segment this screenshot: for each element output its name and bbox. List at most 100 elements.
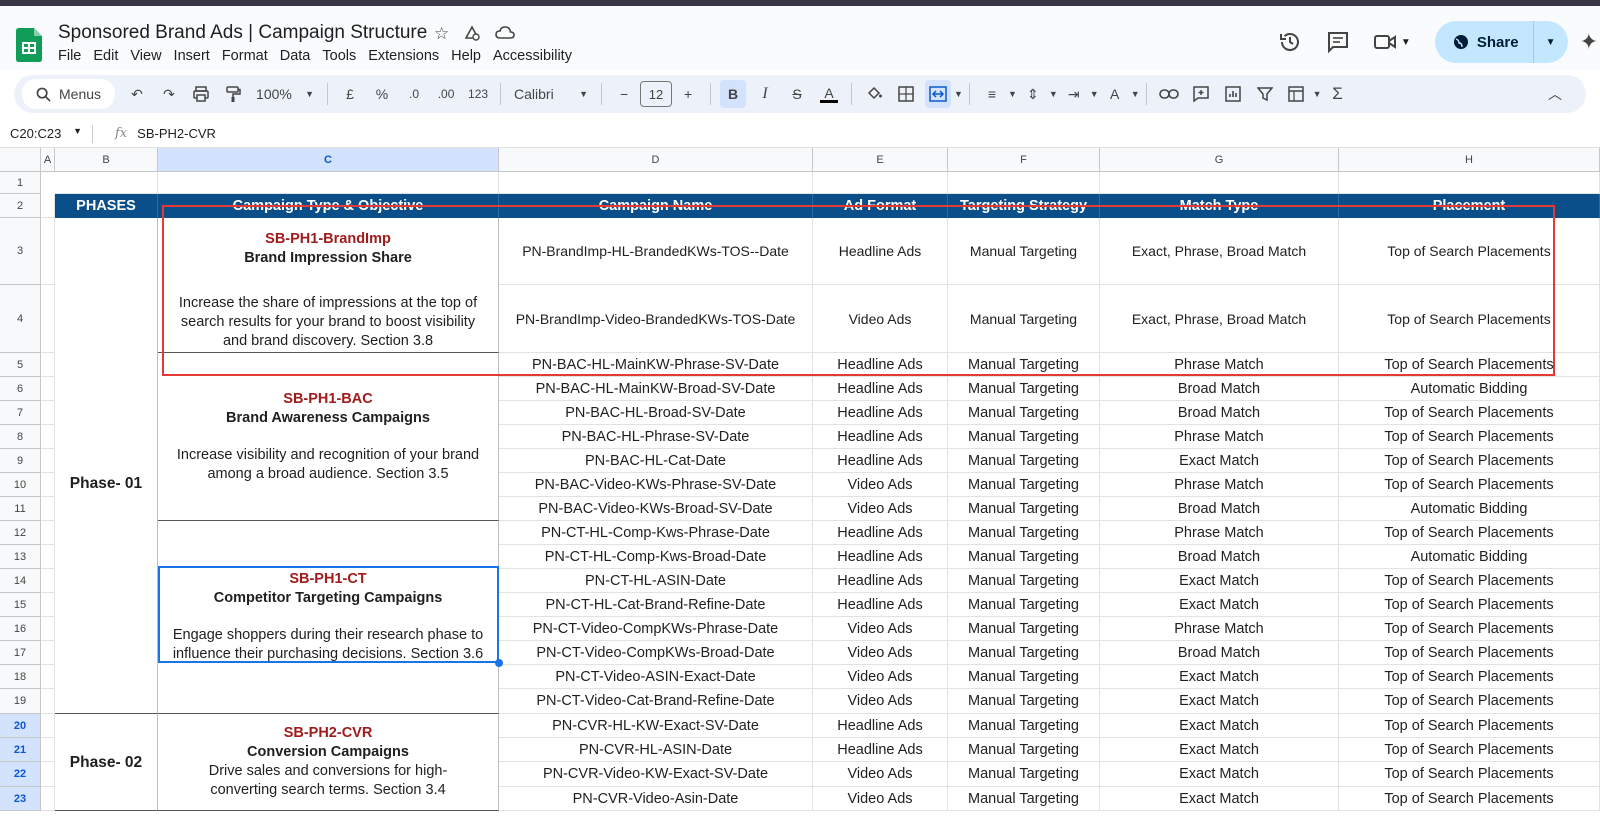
ad-format-cell[interactable]: Video Ads: [813, 617, 948, 641]
targeting-strategy-cell[interactable]: Manual Targeting: [948, 497, 1100, 521]
column-header-d[interactable]: D: [499, 148, 813, 172]
targeting-strategy-cell[interactable]: Manual Targeting: [948, 521, 1100, 545]
strikethrough-icon[interactable]: S: [784, 80, 810, 108]
format-percent-button[interactable]: %: [369, 80, 395, 108]
ad-format-cell[interactable]: Headline Ads: [813, 401, 948, 425]
empty-cell[interactable]: [41, 377, 55, 401]
row-header-22[interactable]: 22: [0, 762, 41, 787]
row-header-21[interactable]: 21: [0, 738, 41, 762]
match-type-cell[interactable]: Exact Match: [1100, 738, 1339, 762]
targeting-strategy-cell[interactable]: Manual Targeting: [948, 569, 1100, 593]
campaign-name-cell[interactable]: PN-BAC-HL-Phrase-SV-Date: [499, 425, 813, 449]
match-type-cell[interactable]: Phrase Match: [1100, 521, 1339, 545]
row-header-10[interactable]: 10: [0, 473, 41, 497]
match-type-cell[interactable]: Broad Match: [1100, 641, 1339, 665]
match-type-cell[interactable]: Exact Match: [1100, 593, 1339, 617]
ad-format-cell[interactable]: Headline Ads: [813, 218, 948, 285]
match-type-cell[interactable]: Exact Match: [1100, 714, 1339, 738]
more-formats-button[interactable]: 123: [465, 80, 491, 108]
increase-font-size-icon[interactable]: +: [675, 80, 701, 108]
placement-cell[interactable]: Automatic Bidding: [1339, 545, 1600, 569]
campaign-name-cell[interactable]: PN-CVR-HL-ASIN-Date: [499, 738, 813, 762]
filter-icon[interactable]: [1252, 80, 1278, 108]
empty-cell[interactable]: [41, 194, 55, 218]
placement-cell[interactable]: Automatic Bidding: [1339, 377, 1600, 401]
move-to-drive-icon[interactable]: [463, 24, 481, 42]
column-header-b[interactable]: B: [55, 148, 158, 172]
ad-format-cell[interactable]: Video Ads: [813, 285, 948, 353]
placement-cell[interactable]: Top of Search Placements: [1339, 593, 1600, 617]
row-header-11[interactable]: 11: [0, 497, 41, 521]
match-type-cell[interactable]: Broad Match: [1100, 497, 1339, 521]
targeting-strategy-cell[interactable]: Manual Targeting: [948, 665, 1100, 689]
campaign-name-cell[interactable]: PN-CT-Video-ASIN-Exact-Date: [499, 665, 813, 689]
empty-cell[interactable]: [41, 285, 55, 353]
text-rotation-icon[interactable]: A: [1102, 80, 1128, 108]
campaign-group-cell[interactable]: SB-PH2-CVR Conversion Campaigns Drive sale…: [158, 714, 499, 811]
match-type-cell[interactable]: Phrase Match: [1100, 425, 1339, 449]
targeting-strategy-cell[interactable]: Manual Targeting: [948, 714, 1100, 738]
column-header-a[interactable]: A: [41, 148, 55, 172]
share-button[interactable]: Share: [1435, 21, 1534, 63]
menu-edit[interactable]: Edit: [93, 48, 124, 64]
empty-cell[interactable]: [41, 521, 55, 545]
format-currency-button[interactable]: £: [337, 80, 363, 108]
ad-format-cell[interactable]: Headline Ads: [813, 593, 948, 617]
menu-accessibility[interactable]: Accessibility: [493, 48, 578, 64]
formula-input[interactable]: SB-PH2-CVR: [137, 126, 216, 141]
insert-link-icon[interactable]: [1156, 80, 1182, 108]
row-header-14[interactable]: 14: [0, 569, 41, 593]
column-header-c[interactable]: C: [158, 148, 499, 172]
campaign-name-cell[interactable]: PN-CVR-Video-KW-Exact-SV-Date: [499, 762, 813, 787]
column-header-g[interactable]: G: [1100, 148, 1339, 172]
caret-down-icon[interactable]: ▼: [1313, 89, 1322, 99]
menu-format[interactable]: Format: [222, 48, 274, 64]
vertical-align-icon[interactable]: ⇕: [1020, 80, 1046, 108]
sheets-logo-icon[interactable]: [16, 28, 42, 62]
paint-format-icon[interactable]: [220, 80, 246, 108]
ad-format-cell[interactable]: Headline Ads: [813, 569, 948, 593]
ad-format-cell[interactable]: Headline Ads: [813, 714, 948, 738]
decrease-decimal-button[interactable]: .0: [401, 80, 427, 108]
targeting-strategy-cell[interactable]: Manual Targeting: [948, 641, 1100, 665]
empty-cell[interactable]: [41, 617, 55, 641]
text-wrapping-icon[interactable]: ⇥: [1061, 80, 1087, 108]
menu-view[interactable]: View: [130, 48, 167, 64]
column-header-f[interactable]: F: [948, 148, 1100, 172]
ad-format-cell[interactable]: Headline Ads: [813, 377, 948, 401]
gemini-spark-icon[interactable]: ✦: [1580, 29, 1598, 55]
italic-icon[interactable]: I: [752, 80, 778, 108]
campaign-name-cell[interactable]: PN-CT-Video-CompKWs-Phrase-Date: [499, 617, 813, 641]
empty-cell[interactable]: [41, 714, 55, 738]
document-title[interactable]: Sponsored Brand Ads | Campaign Structure: [58, 22, 427, 44]
match-type-cell[interactable]: Exact Match: [1100, 689, 1339, 714]
placement-cell[interactable]: Top of Search Placements: [1339, 569, 1600, 593]
row-header-12[interactable]: 12: [0, 521, 41, 545]
row-header-3[interactable]: 3: [0, 218, 41, 285]
column-header-e[interactable]: E: [813, 148, 948, 172]
caret-down-icon[interactable]: ▼: [1131, 89, 1140, 99]
borders-icon[interactable]: [893, 80, 919, 108]
row-header-18[interactable]: 18: [0, 665, 41, 689]
meet-dropdown-icon[interactable]: ▼: [1401, 37, 1411, 48]
font-select[interactable]: Calibri ▼: [510, 80, 592, 108]
campaign-group-cell[interactable]: SB-PH1-CT Competitor Targeting Campaigns E…: [158, 521, 499, 714]
match-type-cell[interactable]: Exact Match: [1100, 665, 1339, 689]
placement-cell[interactable]: Top of Search Placements: [1339, 787, 1600, 811]
increase-decimal-button[interactable]: .00: [433, 80, 459, 108]
ad-format-cell[interactable]: Headline Ads: [813, 521, 948, 545]
row-header-23[interactable]: 23: [0, 787, 41, 811]
empty-cell[interactable]: [1100, 172, 1339, 194]
match-type-cell[interactable]: Exact, Phrase, Broad Match: [1100, 285, 1339, 353]
ad-format-cell[interactable]: Video Ads: [813, 473, 948, 497]
decrease-font-size-icon[interactable]: −: [611, 80, 637, 108]
ad-format-cell[interactable]: Headline Ads: [813, 353, 948, 377]
placement-cell[interactable]: Top of Search Placements: [1339, 425, 1600, 449]
row-header-16[interactable]: 16: [0, 617, 41, 641]
match-type-cell[interactable]: Broad Match: [1100, 401, 1339, 425]
comments-icon[interactable]: [1321, 25, 1355, 59]
match-type-cell[interactable]: Exact Match: [1100, 449, 1339, 473]
campaign-name-cell[interactable]: PN-BAC-HL-Cat-Date: [499, 449, 813, 473]
campaign-name-cell[interactable]: PN-CT-HL-ASIN-Date: [499, 569, 813, 593]
undo-icon[interactable]: ↶: [124, 80, 150, 108]
